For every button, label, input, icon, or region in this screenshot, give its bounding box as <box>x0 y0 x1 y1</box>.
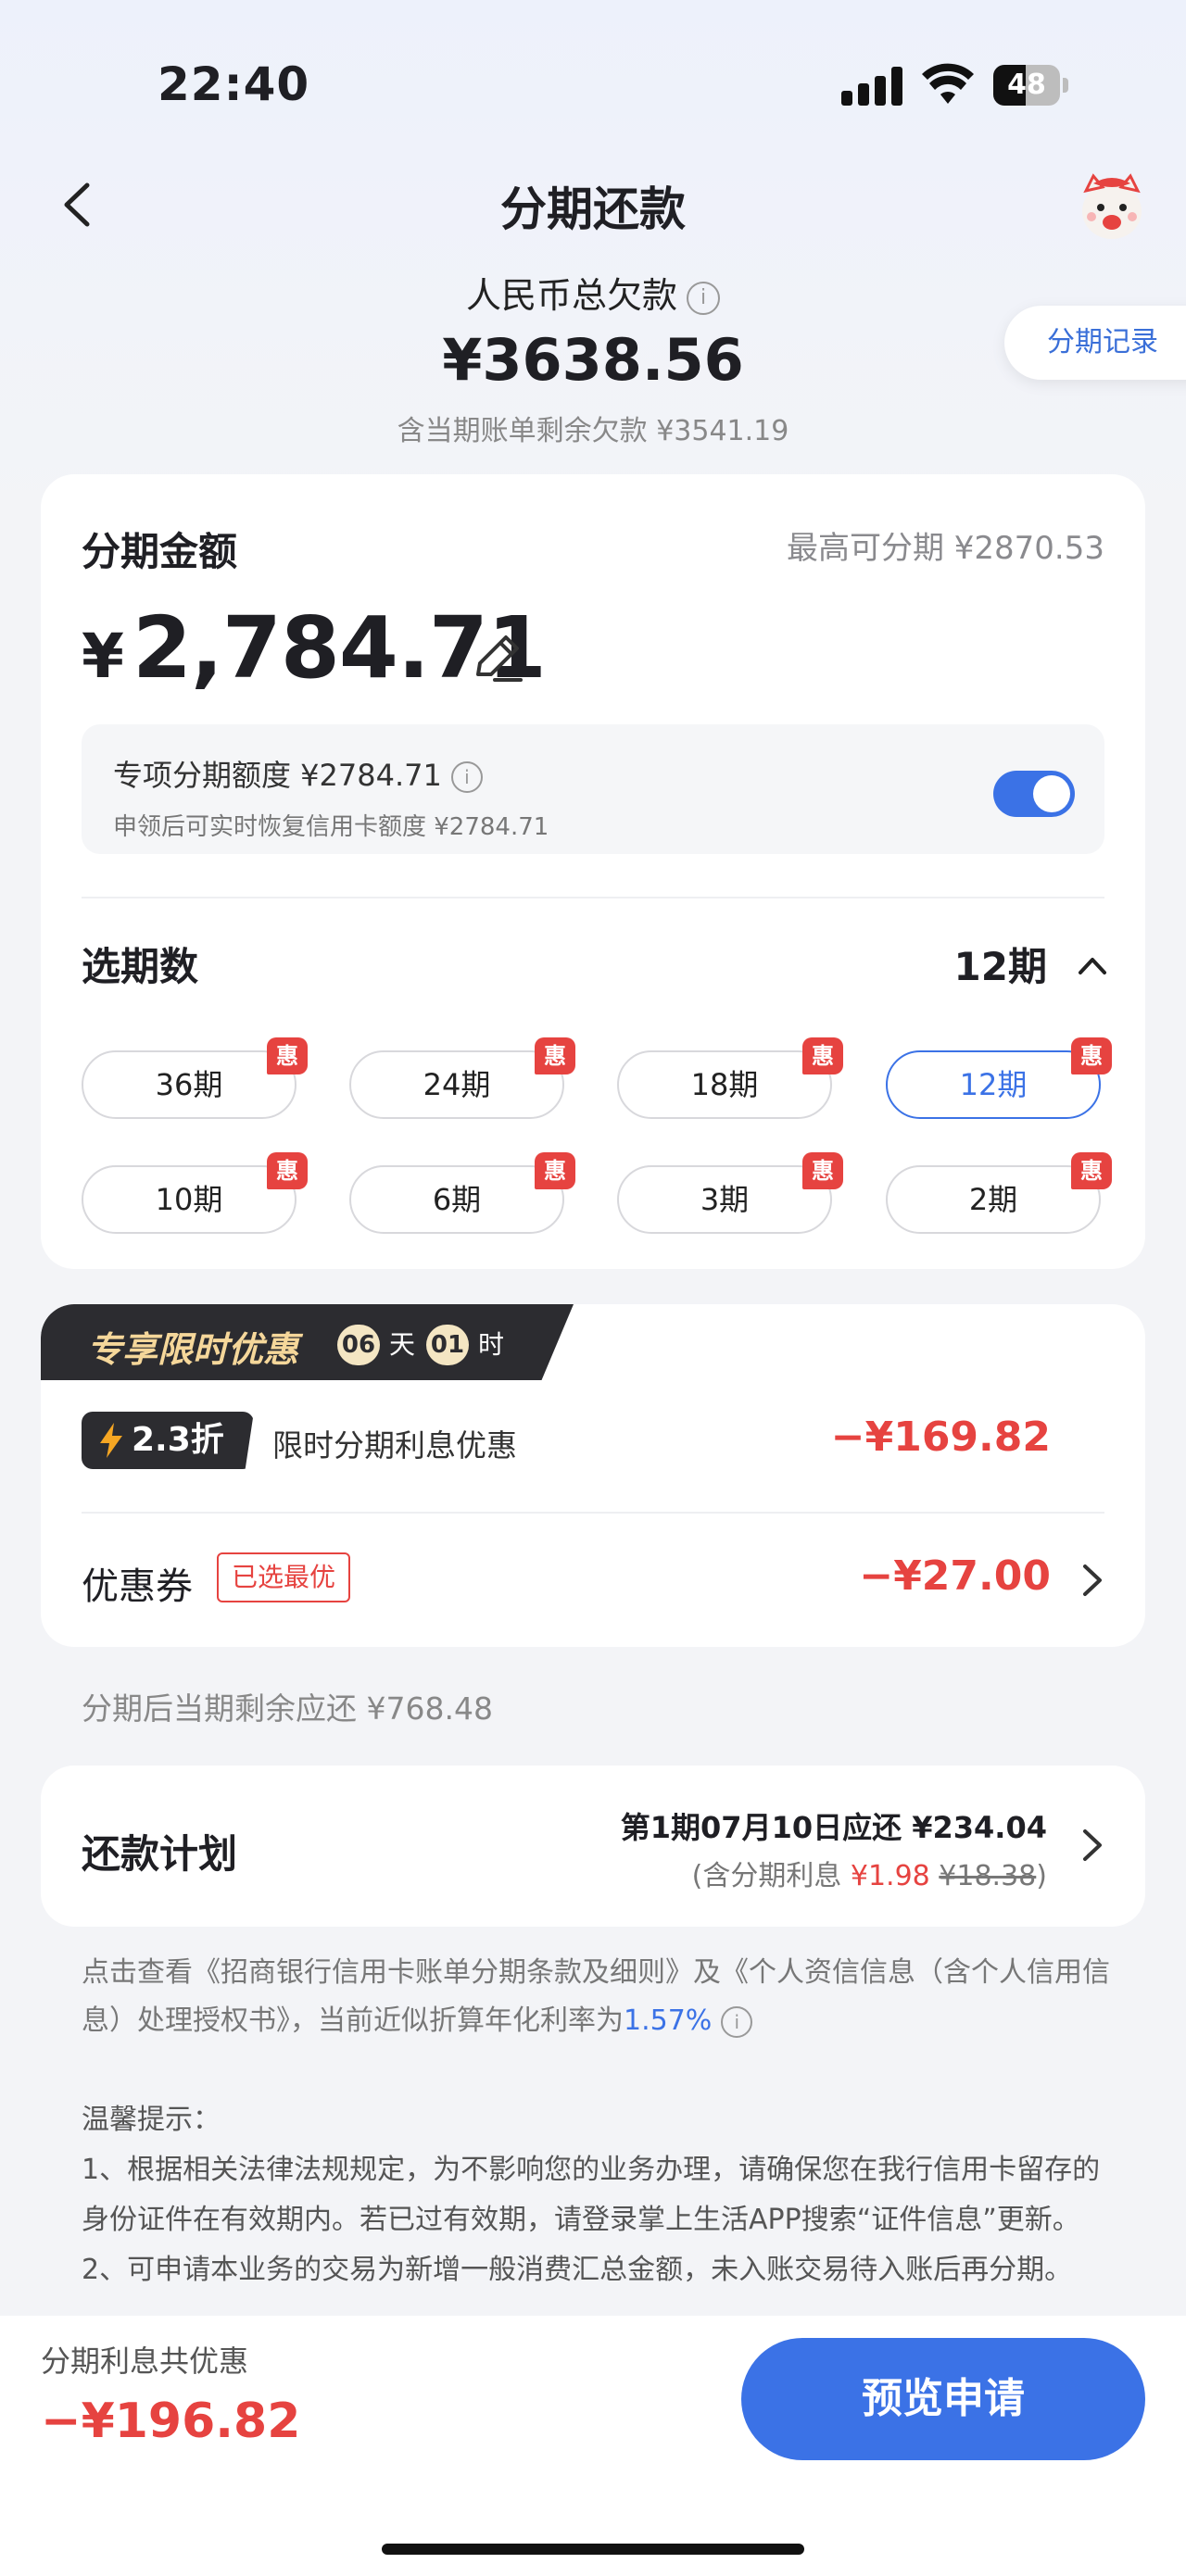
term-option-18[interactable]: 18期 惠 <box>617 1037 843 1119</box>
total-interest-saving-label: 分期利息共优惠 <box>41 2344 249 2379</box>
discount-badge: 惠 <box>535 1037 575 1074</box>
term-label: 24期 <box>423 1067 491 1102</box>
cellular-signal-icon <box>841 67 902 106</box>
battery-level: 48 <box>1007 69 1046 101</box>
special-quota-desc: 申领后可实时恢复信用卡额度 ¥2784.71 <box>113 813 549 841</box>
chevron-up-icon[interactable] <box>1077 950 1108 982</box>
discount-amount: −¥169.82 <box>830 1414 1051 1461</box>
countdown-hours: 01 <box>426 1325 469 1365</box>
total-interest-saving: −¥196.82 <box>41 2394 301 2449</box>
bottom-action-bar: 分期利息共优惠 −¥196.82 预览申请 <box>0 2316 1186 2576</box>
repayment-plan-card[interactable]: 还款计划 第1期07月10日应还 ¥234.04 (含分期利息 ¥1.98 ¥1… <box>41 1766 1145 1927</box>
installment-interest-note: (含分期利息 ¥1.98 ¥18.38) <box>692 1853 1047 1893</box>
divider <box>82 897 1104 898</box>
installment-amount-card: 分期金额 最高可分期 ¥2870.53 ¥2,784.71 专项分期额度 ¥27… <box>41 474 1145 1269</box>
page-title: 分期还款 <box>500 182 686 236</box>
term-option-36[interactable]: 36期 惠 <box>82 1037 308 1119</box>
discount-badge: 惠 <box>535 1152 575 1189</box>
coupon-label: 优惠券 <box>82 1565 193 1608</box>
special-quota-toggle[interactable] <box>993 771 1075 817</box>
term-option-6[interactable]: 6期 惠 <box>349 1152 575 1234</box>
term-label: 10期 <box>155 1182 223 1217</box>
discount-description: 限时分期利息优惠 <box>272 1427 517 1464</box>
promotion-card: 专享限时优惠 06 天 01 时 2.3折 限时分期利息优惠 −¥169.82 … <box>41 1304 1145 1647</box>
selected-term[interactable]: 12期 <box>954 936 1047 992</box>
preview-apply-button[interactable]: 预览申请 <box>741 2338 1145 2460</box>
discount-badge: 惠 <box>267 1152 308 1189</box>
edit-pencil-icon[interactable] <box>467 628 526 687</box>
home-indicator <box>382 2544 804 2555</box>
repayment-plan-label: 还款计划 <box>82 1831 238 1877</box>
discount-badge: 惠 <box>267 1037 308 1074</box>
warm-tips: 温馨提示： 1、根据相关法律法规规定，为不影响您的业务办理，请确保您在我行信用卡… <box>82 2095 1110 2295</box>
battery-icon: 48 <box>993 65 1069 106</box>
coupon-amount[interactable]: −¥27.00 <box>859 1552 1051 1600</box>
tips-title: 温馨提示： <box>82 2104 221 2136</box>
chevron-right-icon[interactable] <box>1080 1562 1104 1599</box>
wifi-icon <box>922 63 974 104</box>
discount-badge: 惠 <box>1071 1152 1112 1189</box>
discount-rate: 2.3折 <box>132 1421 224 1459</box>
term-option-3[interactable]: 3期 惠 <box>617 1152 843 1234</box>
annual-rate: 1.57% <box>624 2004 713 2037</box>
info-icon[interactable]: i <box>450 761 483 793</box>
discount-badge: 惠 <box>1071 1037 1112 1074</box>
total-debt-label-text: 人民币总欠款 <box>465 275 677 316</box>
discount-badge: 惠 <box>802 1037 843 1074</box>
term-label: 36期 <box>155 1067 223 1102</box>
max-installment: 最高可分期 ¥2870.53 <box>786 530 1104 567</box>
info-icon[interactable]: i <box>721 2005 753 2038</box>
terms-agreement-text[interactable]: 点击查看《招商银行信用卡账单分期条款及细则》及《个人资信信息（含个人信用信息）处… <box>82 1949 1110 2045</box>
term-label: 6期 <box>432 1182 482 1217</box>
terms-link-text[interactable]: 点击查看《招商银行信用卡账单分期条款及细则》及《个人资信信息（含个人信用信息）处… <box>82 1956 1110 2037</box>
tips-item-2: 2、可申请本业务的交易为新增一般消费汇总金额，未入账交易待入账后再分期。 <box>82 2254 1073 2286</box>
term-label: 12期 <box>959 1067 1028 1102</box>
total-debt-label: 人民币总欠款 i <box>0 267 1186 318</box>
current-bill-remaining: 含当期账单剩余欠款 ¥3541.19 <box>397 415 789 447</box>
coupon-best-tag: 已选最优 <box>217 1552 351 1602</box>
first-installment-due: 第1期07月10日应还 ¥234.04 <box>620 1810 1047 1845</box>
term-option-24[interactable]: 24期 惠 <box>349 1037 575 1119</box>
promo-title: 专享限时优惠 <box>87 1329 299 1370</box>
interest-note-prefix: (含分期利息 <box>691 1860 851 1892</box>
installment-amount-label: 分期金额 <box>82 529 238 574</box>
toggle-knob <box>1033 775 1070 812</box>
currency-symbol: ¥ <box>82 621 124 692</box>
countdown-hour-unit: 时 <box>478 1329 505 1360</box>
status-time: 22:40 <box>158 57 310 111</box>
mascot-assistant-icon[interactable] <box>1075 170 1149 245</box>
info-icon[interactable]: i <box>687 281 720 315</box>
installment-record-button[interactable]: 分期记录 <box>1004 306 1186 380</box>
interest-note-suffix: ) <box>1036 1860 1047 1892</box>
chevron-right-icon[interactable] <box>1080 1827 1104 1864</box>
term-option-12[interactable]: 12期 惠 <box>886 1037 1112 1119</box>
special-quota-title: 专项分期额度 ¥2784.71 i <box>113 752 483 795</box>
term-option-10[interactable]: 10期 惠 <box>82 1152 308 1234</box>
countdown-day-unit: 天 <box>389 1329 416 1360</box>
special-quota-title-text: 专项分期额度 ¥2784.71 <box>113 758 442 793</box>
divider <box>82 1512 1104 1514</box>
term-option-2[interactable]: 2期 惠 <box>886 1152 1112 1234</box>
special-quota-panel: 专项分期额度 ¥2784.71 i 申领后可实时恢复信用卡额度 ¥2784.71 <box>82 724 1104 854</box>
term-count-label: 选期数 <box>82 944 199 989</box>
discount-rate-badge: 2.3折 <box>82 1412 254 1469</box>
lightning-icon <box>100 1423 122 1458</box>
interest-discounted: ¥1.98 <box>850 1860 930 1892</box>
term-label: 18期 <box>690 1067 759 1102</box>
interest-original: ¥18.38 <box>939 1860 1037 1892</box>
tips-item-1: 1、根据相关法律法规规定，为不影响您的业务办理，请确保您在我行信用卡留存的身份证… <box>82 2154 1101 2236</box>
countdown-days: 06 <box>337 1325 380 1365</box>
term-label: 3期 <box>700 1182 750 1217</box>
term-label: 2期 <box>968 1182 1018 1217</box>
remaining-due-after-installment: 分期后当期剩余应还 ¥768.48 <box>82 1690 493 1727</box>
discount-badge: 惠 <box>802 1152 843 1189</box>
